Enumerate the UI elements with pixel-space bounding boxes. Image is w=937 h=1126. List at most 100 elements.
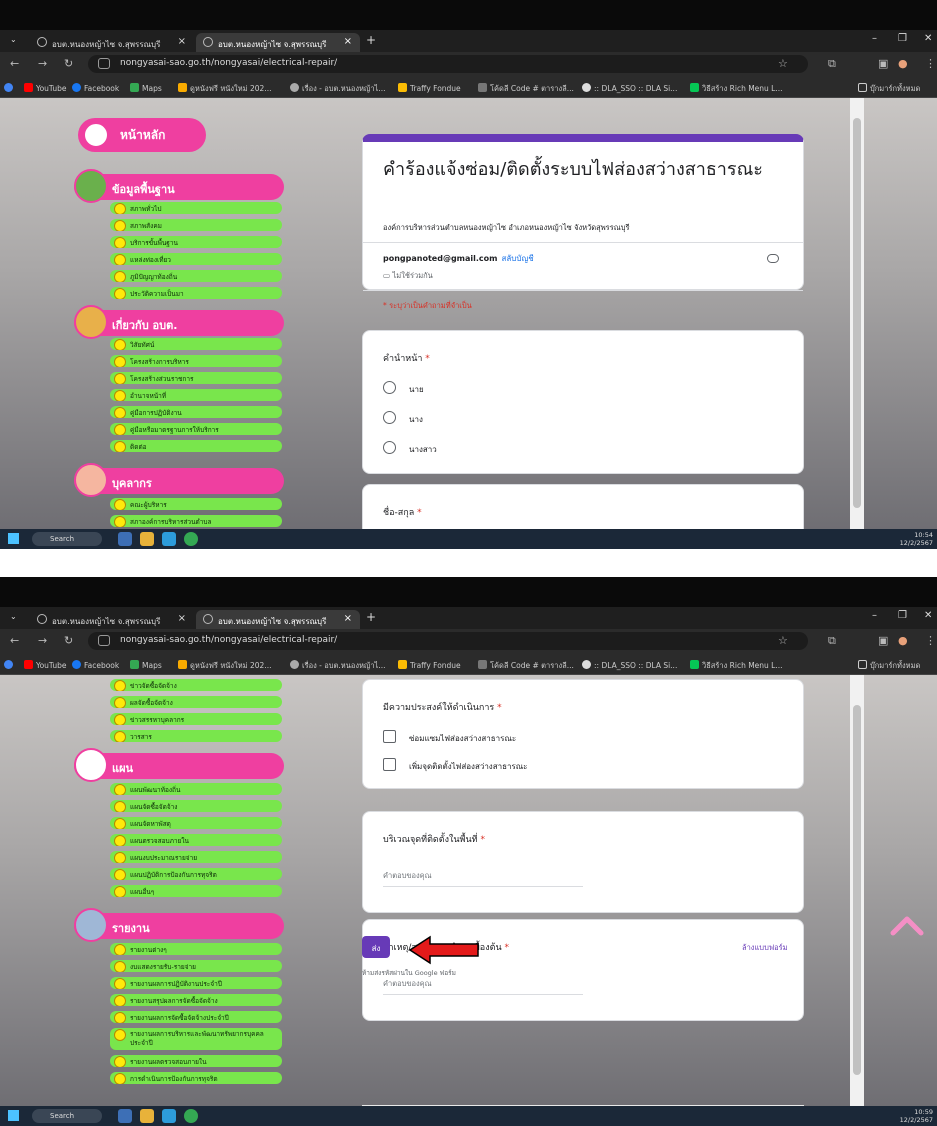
sidebar-item[interactable]: ข่าวจัดซื้อจัดจ้าง [110,679,282,691]
bookmark-traffy[interactable]: Traffy Fondue [398,83,461,93]
minimize-button[interactable]: – [872,33,877,44]
sidebar-item[interactable]: วารสาร [110,730,282,742]
scrollbar-thumb[interactable] [853,705,861,1075]
close-icon[interactable]: × [178,613,186,624]
bookmark-news[interactable]: เรื่อง - อบต.หนองหญ้าไ... [290,83,385,95]
photos-icon[interactable] [162,1109,176,1123]
sidebar-item[interactable]: คู่มือหรือมาตรฐานการให้บริการ [110,423,282,435]
close-window-button[interactable]: ✕ [924,610,932,621]
extensions-icon[interactable]: ⧉ [828,57,836,71]
sidebar-item[interactable]: สภาพสังคม [110,219,282,231]
sidebar-item[interactable]: แผนจัดหาพัสดุ [110,817,282,829]
sidebar-item[interactable]: การดำเนินการป้องกันการทุจริต [110,1072,282,1084]
sidepanel-icon[interactable]: ▣ [878,57,888,70]
photos-icon[interactable] [162,532,176,546]
bookmark-traffy[interactable]: Traffy Fondue [398,660,461,670]
section-personnel[interactable]: บุคลากร [74,463,284,497]
tab-search-icon[interactable]: ⌄ [10,612,17,621]
checkbox-install[interactable] [383,758,396,771]
taskbar-search[interactable]: Search [32,1109,102,1123]
site-info-icon[interactable] [98,635,110,646]
bookmark-facebook[interactable]: Facebook [72,660,119,670]
location-input[interactable]: คำตอบของคุณ [383,870,583,887]
profile-avatar[interactable]: ● [898,57,908,70]
sidebar-item[interactable]: บริการขั้นพื้นฐาน [110,236,282,248]
section-about-org[interactable]: เกี่ยวกับ อบต. [74,305,284,339]
sidebar-item[interactable]: แผนพัฒนาท้องถิ่น [110,783,282,795]
taskbar-search[interactable]: Search [32,532,102,546]
switch-account-link[interactable]: สลับบัญชี [502,254,534,263]
sidebar-item[interactable]: รายงานผลการบริหารและพัฒนาทรัพยากรบุคคลปร… [110,1028,282,1050]
tab-2[interactable]: อบต.หนองหญ้าไซ จ.สุพรรณบุรี × [196,33,360,52]
sidebar-item[interactable]: แผนตรวจสอบภายใน [110,834,282,846]
radio-miss[interactable] [383,441,396,454]
scrollbar-thumb[interactable] [853,118,861,508]
sidebar-item[interactable]: แผนอื่นๆ [110,885,282,897]
sidebar-item[interactable]: ติดต่อ [110,440,282,452]
bookmark-richmenu[interactable]: วิธีสร้าง Rich Menu L... [690,83,783,95]
chrome-taskbar-icon[interactable] [184,1109,198,1123]
sidebar-item[interactable]: รายงานผลตรวจสอบภายใน [110,1055,282,1067]
bookmark-code[interactable]: โค้ดลี Code # ตารางลี... [478,83,574,95]
new-tab-button[interactable]: + [366,610,376,624]
bookmark-maps[interactable]: Maps [130,660,162,670]
menu-icon[interactable]: ⋮ [925,57,936,70]
sidebar-item[interactable]: ประวัติความเป็นมา [110,287,282,299]
scroll-to-top-icon[interactable] [887,909,927,939]
close-icon[interactable]: × [178,36,186,47]
menu-icon[interactable]: ⋮ [925,634,936,647]
forward-button[interactable]: → [38,634,47,647]
close-window-button[interactable]: ✕ [924,33,932,44]
sidebar-item[interactable]: วิสัยทัศน์ [110,338,282,350]
sidebar-item[interactable]: แผนงบประมาณรายจ่าย [110,851,282,863]
file-explorer-icon[interactable] [118,532,132,546]
cause-input[interactable]: คำตอบของคุณ [383,978,583,995]
new-tab-button[interactable]: + [366,33,376,47]
windows-start-icon[interactable] [8,533,19,544]
reload-button[interactable]: ↻ [64,57,73,70]
bookmark-movies[interactable]: ดูหนังฟรี หนังใหม่ 202... [178,660,271,672]
sidepanel-icon[interactable]: ▣ [878,634,888,647]
sidebar-item[interactable]: งบแสดงรายรับ-รายจ่าย [110,960,282,972]
sidebar-item[interactable]: ผลจัดซื้อจัดจ้าง [110,696,282,708]
windows-start-icon[interactable] [8,1110,19,1121]
section-reports[interactable]: รายงาน [74,908,284,942]
extensions-icon[interactable]: ⧉ [828,634,836,648]
sidebar-item[interactable]: สภาพทั่วไป [110,202,282,214]
sidebar-item[interactable]: สภาองค์การบริหารส่วนตำบล [110,515,282,527]
restore-button[interactable]: ❐ [898,33,907,44]
bookmark-youtube[interactable]: YouTube [24,660,67,670]
sidebar-item[interactable]: คู่มือการปฏิบัติงาน [110,406,282,418]
file-explorer-icon[interactable] [118,1109,132,1123]
chrome-taskbar-icon[interactable] [184,532,198,546]
minimize-button[interactable]: – [872,610,877,621]
paint-icon[interactable] [140,532,154,546]
sidebar-item[interactable]: รายงานสรุปผลการจัดซื้อจัดจ้าง [110,994,282,1006]
submit-button[interactable]: ส่ง [362,936,390,958]
section-plans[interactable]: แผน [74,748,284,782]
star-icon[interactable]: ☆ [778,57,788,70]
checkbox-repair[interactable] [383,730,396,743]
sidebar-item[interactable]: อำนาจหน้าที่ [110,389,282,401]
tab-2[interactable]: อบต.หนองหญ้าไซ จ.สุพรรณบุรี × [196,610,360,629]
sidebar-item[interactable]: รายงานต่างๆ [110,943,282,955]
star-icon[interactable]: ☆ [778,634,788,647]
bookmark-maps[interactable]: Maps [130,83,162,93]
url-input[interactable]: nongyasai-sao.go.th/nongyasai/electrical… [88,55,808,73]
bookmark-all[interactable]: บุ๊กมาร์กทั้งหมด [858,83,920,95]
back-button[interactable]: ← [10,57,19,70]
sidebar-item[interactable]: แหล่งท่องเที่ยว [110,253,282,265]
back-button[interactable]: ← [10,634,19,647]
sidebar-item[interactable]: ข่าวสรรหาบุคลากร [110,713,282,725]
bookmark-movies[interactable]: ดูหนังฟรี หนังใหม่ 202... [178,83,271,95]
sidebar-item[interactable]: โครงสร้างส่วนราชการ [110,372,282,384]
sidebar-item[interactable]: แผนปฏิบัติการป้องกันการทุจริต [110,868,282,880]
sidebar-item[interactable]: รายงานผลการจัดซื้อจัดจ้างประจำปี [110,1011,282,1023]
bookmark-news[interactable]: เรื่อง - อบต.หนองหญ้าไ... [290,660,385,672]
url-input[interactable]: nongyasai-sao.go.th/nongyasai/electrical… [88,632,808,650]
sidebar-item[interactable]: คณะผู้บริหาร [110,498,282,510]
bookmark-richmenu[interactable]: วิธีสร้าง Rich Menu L... [690,660,783,672]
sidebar-item[interactable]: ภูมิปัญญาท้องถิ่น [110,270,282,282]
sidebar-item[interactable]: รายงานผลการปฏิบัติงานประจำปี [110,977,282,989]
section-basic-info[interactable]: ข้อมูลพื้นฐาน [74,169,284,203]
